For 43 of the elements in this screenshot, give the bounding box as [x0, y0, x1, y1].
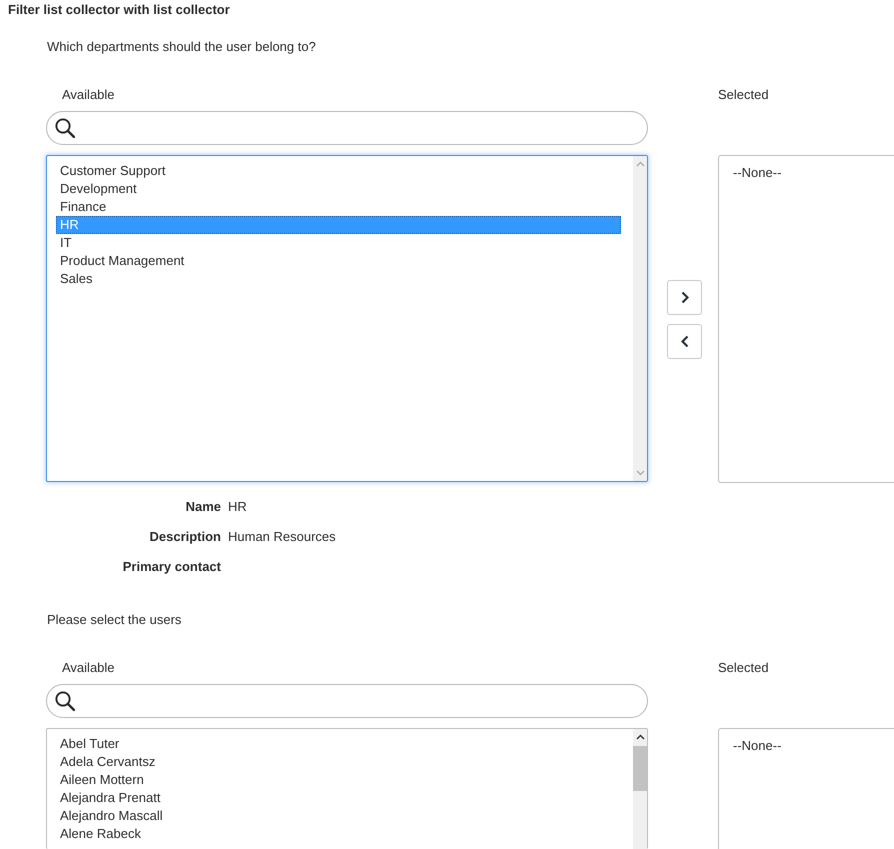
- search-field[interactable]: [46, 111, 648, 145]
- list-option[interactable]: Customer Support: [56, 162, 621, 180]
- list-option[interactable]: Finance: [56, 198, 621, 216]
- detail-value: HR: [228, 499, 247, 515]
- selected-listbox[interactable]: --None--: [718, 728, 894, 849]
- question-label: Please select the users: [47, 612, 182, 628]
- list-heading: Available: [62, 660, 115, 676]
- list-heading: Selected: [718, 87, 769, 103]
- scrollbar[interactable]: [633, 729, 647, 849]
- list-option[interactable]: Adela Cervantsz: [56, 753, 621, 771]
- selected-listbox[interactable]: --None--: [718, 155, 894, 483]
- list-option[interactable]: IT: [56, 234, 621, 252]
- list-option[interactable]: --None--: [729, 737, 782, 755]
- chevron-left-icon: [680, 334, 688, 348]
- scrollbar-thumb[interactable]: [633, 746, 647, 791]
- available-listbox[interactable]: Abel Tuter Adela Cervantsz Aileen Mottern Alejandra Prenatt Alejandro Mascall Alene Rabeck: [46, 728, 648, 849]
- detail-label: Primary contact: [122, 559, 221, 575]
- list-option[interactable]: Alene Rabeck: [56, 825, 621, 843]
- list-option[interactable]: Aileen Mottern: [56, 771, 621, 789]
- list-option[interactable]: Alejandro Mascall: [56, 807, 621, 825]
- remove-button[interactable]: [667, 324, 702, 358]
- scrollbar[interactable]: [633, 156, 647, 481]
- detail-label: Name: [186, 499, 221, 515]
- scroll-down-icon[interactable]: [636, 470, 644, 476]
- chevron-right-icon: [680, 290, 688, 304]
- scroll-up-icon[interactable]: [636, 734, 644, 740]
- list-option[interactable]: Abel Tuter: [56, 735, 621, 753]
- search-field[interactable]: [46, 684, 648, 718]
- list-option[interactable]: Development: [56, 180, 621, 198]
- list-option[interactable]: Sales: [56, 270, 621, 288]
- search-icon: [55, 118, 75, 138]
- search-icon: [55, 691, 75, 711]
- list-option[interactable]: Product Management: [56, 252, 621, 270]
- add-button[interactable]: [667, 280, 702, 314]
- list-option[interactable]: --None--: [729, 164, 782, 182]
- list-heading: Available: [62, 87, 115, 103]
- form-title: Filter list collector with list collector: [8, 2, 230, 18]
- list-heading: Selected: [718, 660, 769, 676]
- question-label: Which departments should the user belong to?: [47, 39, 316, 55]
- available-listbox[interactable]: Customer Support Development Finance HR IT Product Management Sales: [46, 155, 648, 482]
- list-option[interactable]: Alejandra Prenatt: [56, 789, 621, 807]
- detail-value: Human Resources: [228, 529, 336, 545]
- detail-label: Description: [149, 529, 221, 545]
